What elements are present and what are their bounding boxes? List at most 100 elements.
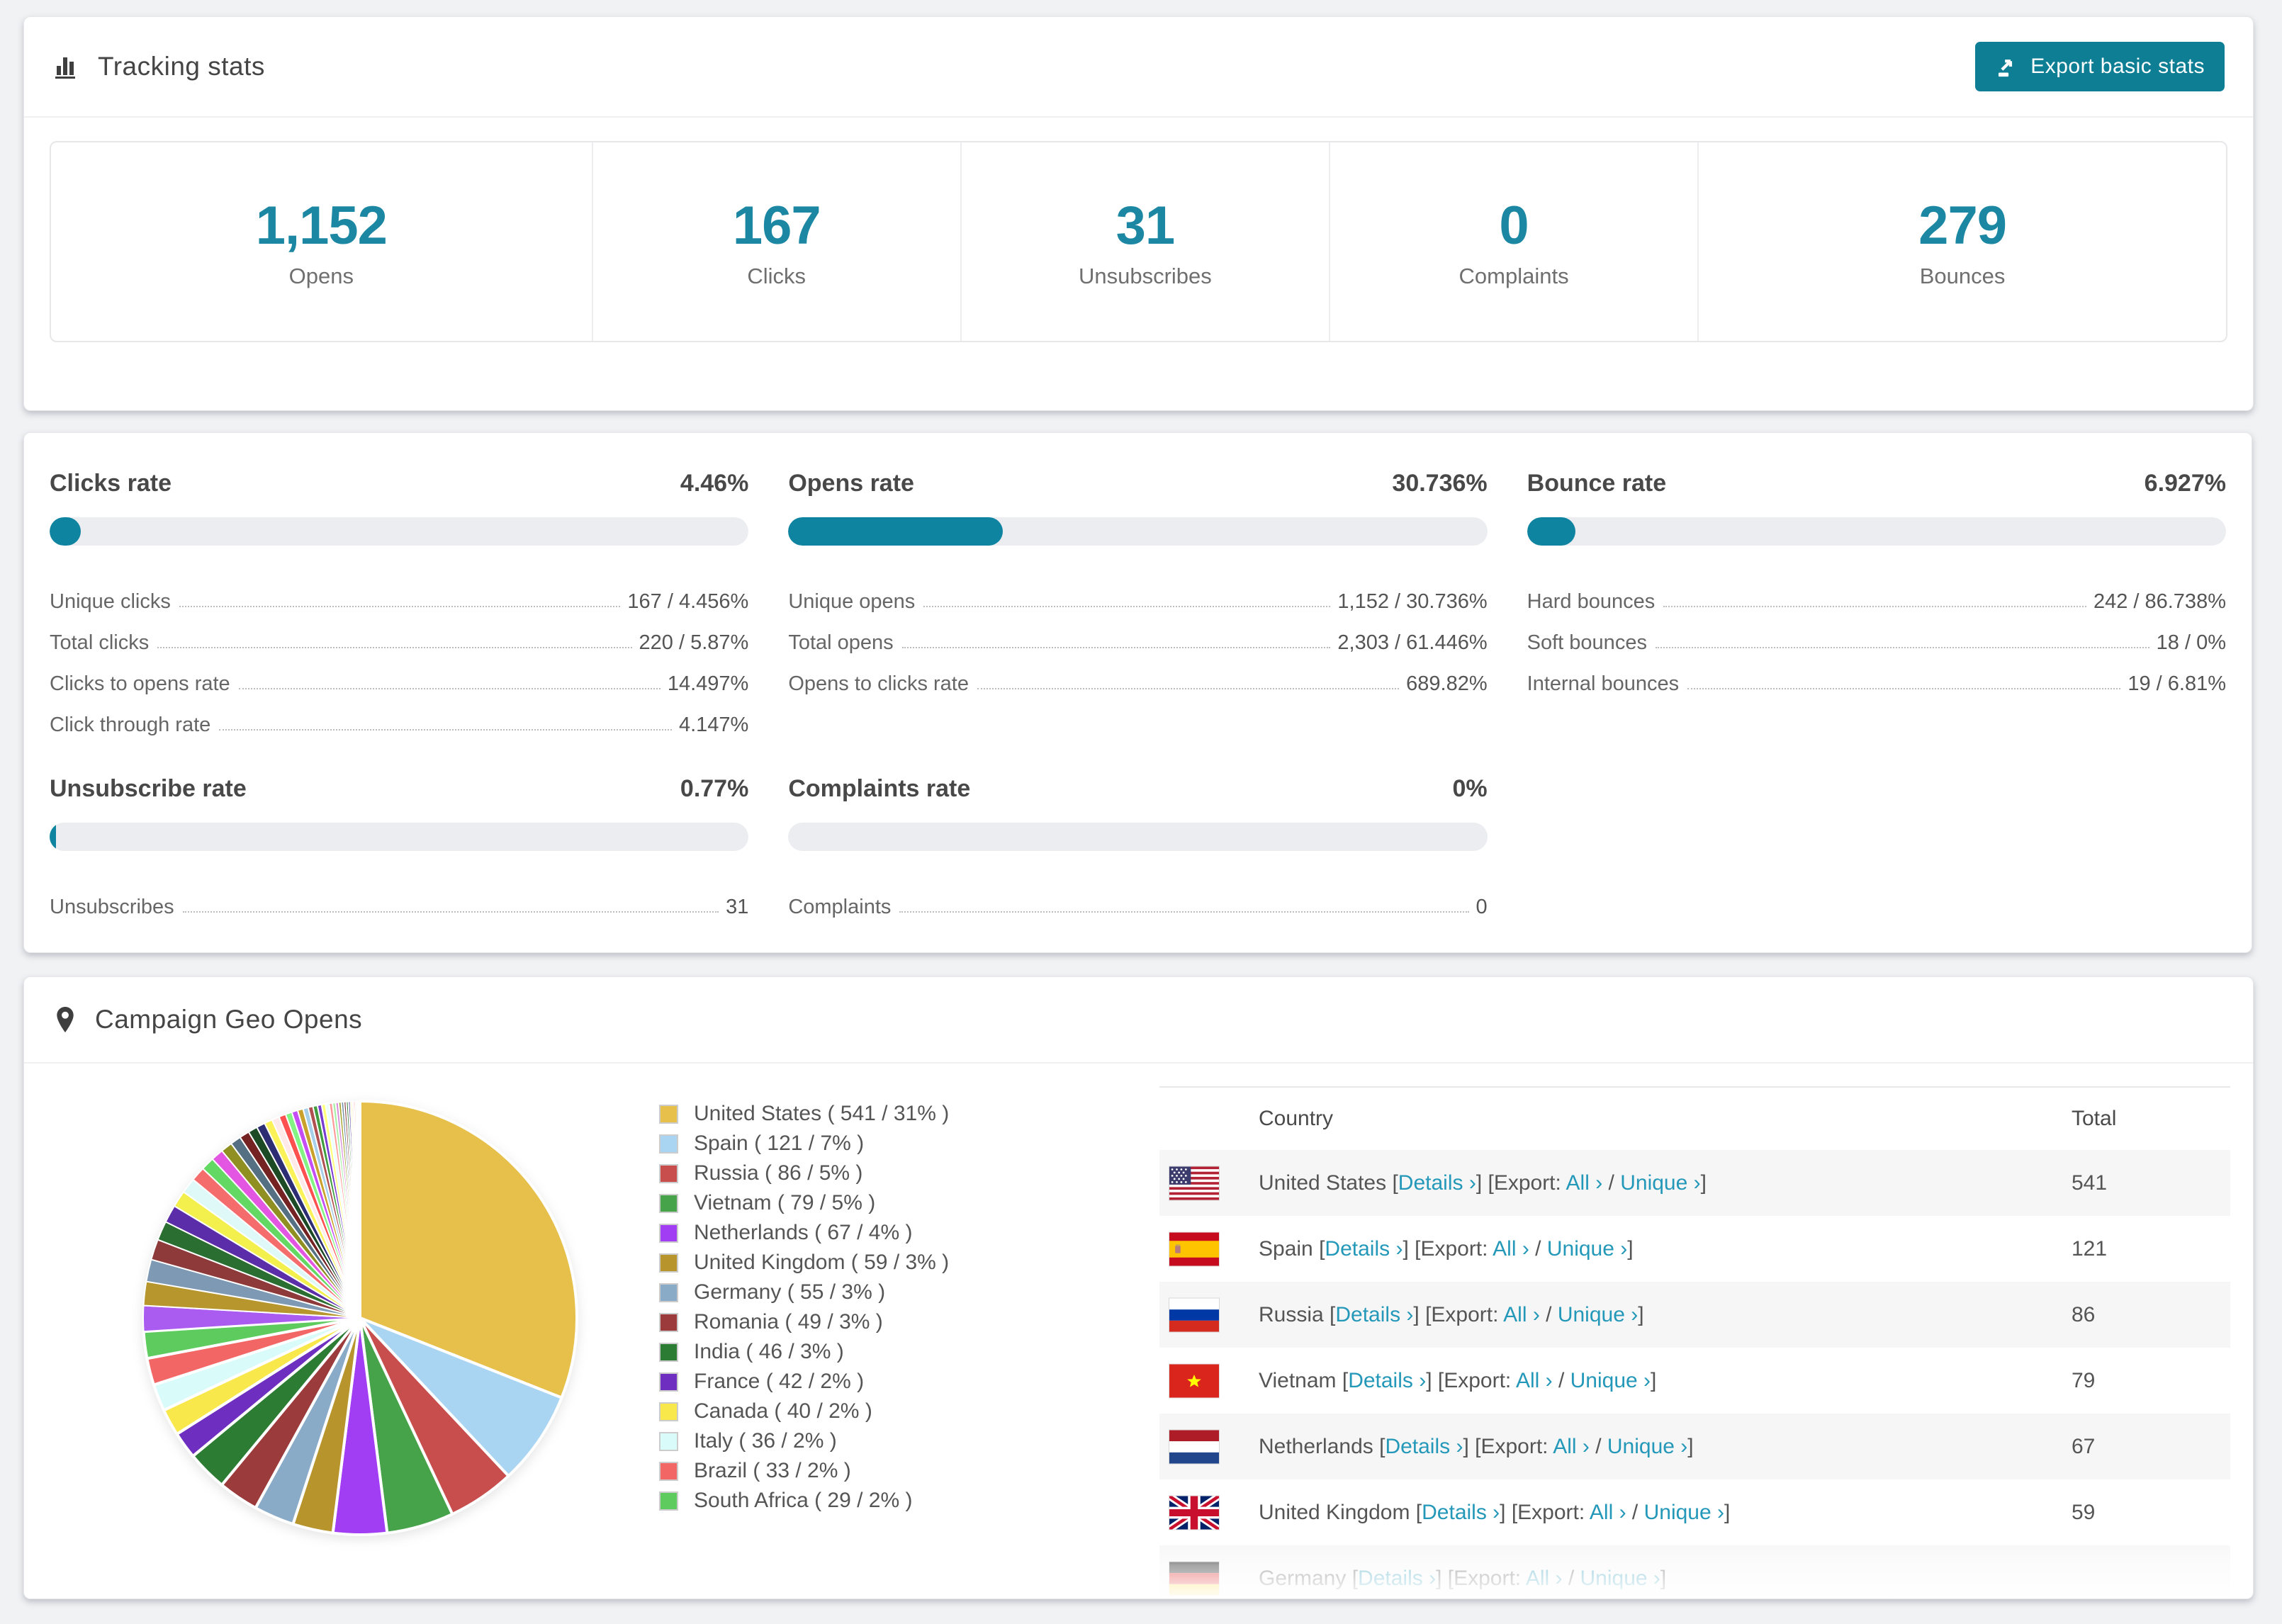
rate-value: 30.736% — [1392, 470, 1488, 497]
rates-card: Clicks rate 4.46% Unique clicks 167 / 4.… — [23, 432, 2252, 953]
export-unique-link[interactable]: Unique › — [1580, 1567, 1660, 1590]
stat-value: 4.147% — [678, 714, 749, 736]
tracking-stats-header: Tracking stats Export basic stats — [24, 17, 2253, 118]
progress-fill — [788, 517, 1004, 546]
stat-label: Complaints — [788, 896, 892, 918]
summary-value: 167 — [732, 195, 821, 256]
export-all-link[interactable]: All › — [1516, 1369, 1553, 1392]
stat-row: Opens to clicks rate 689.82% — [788, 655, 1487, 696]
geo-table-rows: United States [Details ›] [Export: All ›… — [1159, 1150, 2230, 1598]
gb-flag-icon — [1169, 1495, 1220, 1530]
stat-label: Unsubscribes — [50, 896, 174, 918]
export-basic-stats-button[interactable]: Export basic stats — [1975, 42, 2225, 91]
export-all-link[interactable]: All › — [1553, 1435, 1590, 1458]
stat-label: Internal bounces — [1527, 672, 1680, 695]
stat-value: 31 — [726, 896, 749, 918]
country-cell: Spain [Details ›] [Export: All › / Uniqu… — [1259, 1236, 1634, 1261]
legend-item: Vietnam ( 79 / 5% ) — [659, 1188, 949, 1218]
geo-table: Country Total United States [Details ›] … — [1159, 1086, 2230, 1598]
details-link[interactable]: Details › — [1385, 1435, 1463, 1458]
progress-bar — [50, 517, 749, 546]
us-flag-icon — [1169, 1166, 1220, 1200]
legend-item: Spain ( 121 / 7% ) — [659, 1129, 949, 1158]
stat-row: Hard bounces 242 / 86.738% — [1527, 573, 2226, 614]
stat-row: Unique clicks 167 / 4.456% — [50, 573, 748, 614]
rate-value: 0% — [1452, 775, 1488, 802]
stat-value: 1,152 / 30.736% — [1337, 590, 1488, 613]
summary-label: Complaints — [1458, 263, 1569, 288]
stat-row: Unsubscribes 31 — [50, 878, 748, 919]
legend-item: Italy ( 36 / 2% ) — [659, 1426, 949, 1456]
export-unique-link[interactable]: Unique › — [1620, 1171, 1700, 1195]
dotted-leader — [179, 606, 621, 607]
total-column-header: Total — [2072, 1107, 2117, 1130]
stat-value: 19 / 6.81% — [2128, 672, 2226, 695]
summary-stats-box: 1,152 Opens 167 Clicks 31 Unsubscribes 0… — [50, 141, 2227, 342]
total-cell: 59 — [2072, 1500, 2096, 1524]
summary-label: Bounces — [1919, 263, 2006, 288]
legend-label: Romania ( 49 / 3% ) — [694, 1310, 883, 1333]
geo-opens-header: Campaign Geo Opens — [24, 977, 2253, 1064]
export-all-link[interactable]: All › — [1526, 1567, 1563, 1590]
rate-rows: Unsubscribes 31 — [50, 878, 748, 919]
export-all-link[interactable]: All › — [1566, 1171, 1603, 1195]
de-flag-icon — [1169, 1561, 1220, 1596]
stat-value: 18 / 0% — [2156, 631, 2226, 654]
legend-label: France ( 42 / 2% ) — [694, 1370, 865, 1393]
export-unique-link[interactable]: Unique › — [1558, 1303, 1638, 1326]
summary-cell: 1,152 Opens — [51, 142, 593, 341]
rate-value: 0.77% — [680, 775, 749, 802]
legend-swatch — [659, 1372, 678, 1392]
progress-bar — [50, 823, 749, 851]
stat-value: 242 / 86.738% — [2093, 590, 2226, 613]
details-link[interactable]: Details › — [1358, 1567, 1436, 1590]
dotted-leader — [1655, 647, 2149, 648]
rate-block: Unsubscribe rate 0.77% Unsubscribes 31 — [50, 767, 749, 919]
export-unique-link[interactable]: Unique › — [1547, 1237, 1627, 1261]
rates-grid: Clicks rate 4.46% Unique clicks 167 / 4.… — [50, 461, 2226, 919]
summary-value: 279 — [1918, 195, 2007, 256]
export-unique-link[interactable]: Unique › — [1570, 1369, 1651, 1392]
country-cell: Russia [Details ›] [Export: All › / Uniq… — [1259, 1302, 1644, 1326]
details-link[interactable]: Details › — [1335, 1303, 1413, 1326]
details-link[interactable]: Details › — [1422, 1501, 1500, 1524]
summary-label: Unsubscribes — [1078, 263, 1212, 288]
table-row: Netherlands [Details ›] [Export: All › /… — [1159, 1414, 2230, 1479]
rate-value: 6.927% — [2144, 470, 2226, 497]
rate-title: Clicks rate — [50, 470, 172, 497]
stat-row: Unique opens 1,152 / 30.736% — [788, 573, 1487, 614]
stat-row: Total opens 2,303 / 61.446% — [788, 614, 1487, 655]
legend-swatch — [659, 1163, 678, 1183]
dotted-leader — [977, 688, 1400, 689]
table-row: Vietnam [Details ›] [Export: All › / Uni… — [1159, 1348, 2230, 1414]
legend-item: United States ( 541 / 31% ) — [659, 1099, 949, 1129]
geo-pie-chart[interactable] — [123, 1085, 619, 1581]
export-all-link[interactable]: All › — [1590, 1501, 1626, 1524]
legend-swatch — [659, 1342, 678, 1362]
stat-value: 0 — [1476, 896, 1488, 918]
summary-label: Clicks — [747, 263, 806, 288]
export-unique-link[interactable]: Unique › — [1607, 1435, 1687, 1458]
details-link[interactable]: Details › — [1325, 1237, 1403, 1261]
legend-label: United Kingdom ( 59 / 3% ) — [694, 1251, 950, 1274]
summary-label: Opens — [288, 263, 354, 288]
stat-label: Total opens — [788, 631, 894, 654]
rate-title: Complaints rate — [788, 775, 971, 802]
export-all-link[interactable]: All › — [1503, 1303, 1540, 1326]
export-unique-link[interactable]: Unique › — [1644, 1501, 1724, 1524]
stat-row: Complaints 0 — [788, 878, 1487, 919]
total-cell: 121 — [2072, 1236, 2108, 1261]
geo-opens-card: Campaign Geo Opens United States ( 541 /… — [23, 976, 2254, 1599]
export-all-link[interactable]: All › — [1493, 1237, 1529, 1261]
details-link[interactable]: Details › — [1348, 1369, 1426, 1392]
legend-swatch — [659, 1431, 678, 1451]
rate-block: Complaints rate 0% Complaints 0 — [788, 767, 1488, 919]
stat-row: Internal bounces 19 / 6.81% — [1527, 655, 2226, 696]
legend-item: Romania ( 49 / 3% ) — [659, 1307, 949, 1337]
page-title: Tracking stats — [98, 52, 265, 81]
details-link[interactable]: Details › — [1398, 1171, 1476, 1195]
legend-swatch — [659, 1104, 678, 1124]
legend-item: United Kingdom ( 59 / 3% ) — [659, 1248, 949, 1278]
summary-cell: 0 Complaints — [1330, 142, 1699, 341]
table-row: Spain [Details ›] [Export: All › / Uniqu… — [1159, 1216, 2230, 1282]
